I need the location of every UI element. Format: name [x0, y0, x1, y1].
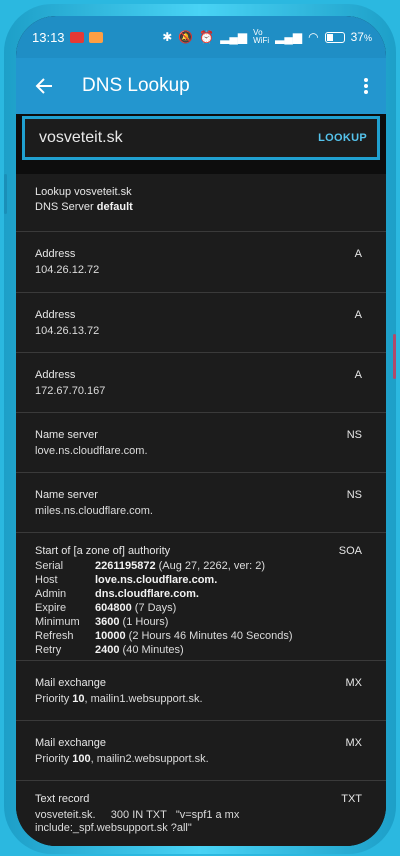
record-label: Address — [35, 369, 76, 381]
soa-retry-value: 2400 (40 Minutes) — [95, 644, 184, 656]
record-label: Address — [35, 248, 76, 260]
record-type: NS — [346, 429, 362, 441]
soa-minimum-value: 3600 (1 Hours) — [95, 616, 169, 628]
record-label: Mail exchange — [35, 737, 106, 749]
mx-record-row[interactable]: MX Mail exchange Priority 10, mailin1.we… — [16, 661, 386, 721]
record-label: Name server — [35, 489, 98, 501]
soa-fields: Serial 2261195872 (Aug 27, 2262, ver: 2)… — [35, 560, 362, 656]
lookup-info: Lookup vosveteit.sk DNS Server default — [16, 174, 386, 232]
battery-percent: 37% — [350, 30, 372, 44]
record-type: NS — [346, 489, 362, 501]
record-row[interactable]: NS Name server love.ns.cloudflare.com. — [16, 413, 386, 473]
record-type: SOA — [338, 545, 362, 557]
soa-host-value: love.ns.cloudflare.com. — [95, 574, 218, 586]
signal-icon: ▂▄▆ — [220, 30, 248, 44]
soa-minimum-key: Minimum — [35, 616, 80, 628]
record-type: A — [354, 248, 362, 260]
txt-record-row[interactable]: TXT Text record vosveteit.sk. 300 IN TXT… — [16, 781, 386, 846]
record-value: 172.67.70.167 — [35, 385, 106, 397]
soa-serial-value: 2261195872 (Aug 27, 2262, ver: 2) — [95, 560, 266, 572]
record-value: 104.26.13.72 — [35, 325, 100, 337]
soa-record-row[interactable]: SOA Start of [a zone of] authority Seria… — [16, 533, 386, 661]
record-value-line2: include:_spf.websupport.sk ?all" — [35, 822, 192, 834]
results-list[interactable]: Lookup vosveteit.sk DNS Server default A… — [16, 174, 386, 846]
record-row[interactable]: A Address 104.26.13.72 — [16, 293, 386, 353]
record-label: Mail exchange — [35, 677, 106, 689]
bluetooth-icon: ✱ — [162, 30, 173, 44]
dns-server-line: DNS Server default — [35, 201, 133, 213]
soa-refresh-key: Refresh — [35, 630, 74, 642]
record-type: MX — [345, 677, 363, 689]
record-type: MX — [345, 737, 363, 749]
signal-icon-2: ▂▄▆ — [275, 30, 303, 44]
record-value: 104.26.12.72 — [35, 264, 100, 276]
more-vert-icon[interactable] — [346, 58, 386, 114]
status-bar: 13:13 ✱ 🔕 ⏰ ▂▄▆ Vo WiFi ▂▄▆ ◠ 37% — [16, 16, 386, 58]
app-bar: DNS Lookup — [16, 58, 386, 114]
soa-serial-key: Serial — [35, 560, 64, 572]
record-row[interactable]: A Address 172.67.70.167 — [16, 353, 386, 413]
status-time: 13:13 — [32, 29, 65, 45]
record-row[interactable]: NS Name server miles.ns.cloudflare.com. — [16, 473, 386, 533]
record-row[interactable]: A Address 104.26.12.72 — [16, 232, 386, 293]
screen: 13:13 ✱ 🔕 ⏰ ▂▄▆ Vo WiFi ▂▄▆ ◠ 37% DNS Lo… — [16, 16, 386, 846]
youtube-icon — [69, 31, 84, 43]
soa-refresh-value: 10000 (2 Hours 46 Minutes 40 Seconds) — [95, 630, 293, 642]
record-value-line1: vosveteit.sk. 300 IN TXT "v=spf1 a mx — [35, 809, 240, 821]
lookup-button[interactable]: LOOKUP — [318, 132, 367, 144]
record-label: Name server — [35, 429, 98, 441]
soa-admin-key: Admin — [35, 588, 67, 600]
mx-record-row[interactable]: MX Mail exchange Priority 100, mailin2.w… — [16, 721, 386, 781]
alarm-icon: ⏰ — [199, 30, 215, 44]
soa-expire-value: 604800 (7 Days) — [95, 602, 177, 614]
soa-expire-key: Expire — [35, 602, 67, 614]
power-button — [393, 334, 396, 379]
soa-retry-key: Retry — [35, 644, 62, 656]
soa-host-key: Host — [35, 574, 58, 586]
volume-button — [4, 174, 7, 214]
record-label: Address — [35, 309, 76, 321]
record-type: TXT — [341, 793, 362, 805]
domain-search-field: LOOKUP — [22, 116, 380, 160]
wifi-icon: ◠ — [308, 30, 319, 44]
back-arrow-icon[interactable] — [16, 58, 72, 114]
record-value: miles.ns.cloudflare.com. — [35, 505, 153, 517]
domain-input[interactable] — [37, 128, 319, 148]
record-value: love.ns.cloudflare.com. — [35, 445, 148, 457]
phone-frame: 13:13 ✱ 🔕 ⏰ ▂▄▆ Vo WiFi ▂▄▆ ◠ 37% DNS Lo… — [4, 4, 396, 854]
record-label: Text record — [35, 793, 90, 805]
vowifi-icon: Vo WiFi — [253, 28, 270, 45]
mute-icon: 🔕 — [178, 30, 194, 44]
record-type: A — [354, 369, 362, 381]
lookup-query: Lookup vosveteit.sk — [35, 186, 132, 198]
record-type: A — [354, 309, 362, 321]
soa-admin-value: dns.cloudflare.com. — [95, 588, 199, 600]
record-value: Priority 100, mailin2.websupport.sk. — [35, 753, 209, 765]
record-label: Start of [a zone of] authority — [35, 545, 171, 557]
record-value: Priority 10, mailin1.websupport.sk. — [35, 693, 203, 705]
page-title: DNS Lookup — [82, 75, 190, 96]
battery-icon — [324, 31, 345, 43]
notification-app-icon — [88, 31, 103, 43]
